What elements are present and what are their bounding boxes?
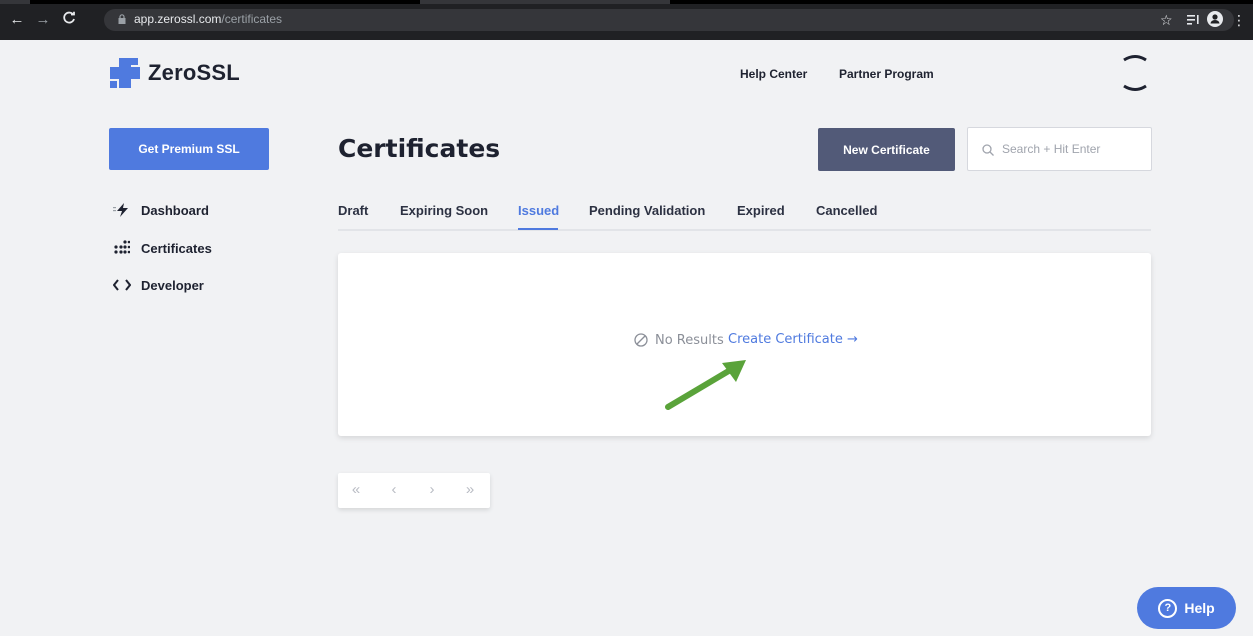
url-domain: app.zerossl.com bbox=[134, 12, 222, 26]
prev-page-button[interactable]: ‹ bbox=[384, 481, 404, 498]
bolt-icon bbox=[112, 203, 132, 217]
tab-piece[interactable] bbox=[420, 0, 670, 4]
active-tab-indicator bbox=[518, 228, 558, 230]
get-premium-ssl-button[interactable]: Get Premium SSL bbox=[109, 128, 269, 170]
no-results-text: No Results bbox=[655, 332, 724, 348]
code-icon bbox=[112, 279, 132, 291]
tab-draft[interactable]: Draft bbox=[338, 203, 368, 218]
tab-strip bbox=[0, 0, 1253, 4]
question-icon: ? bbox=[1158, 598, 1178, 618]
brand-logo[interactable]: ZeroSSL bbox=[110, 56, 240, 90]
new-certificate-button[interactable]: New Certificate bbox=[818, 128, 955, 171]
partner-program-link[interactable]: Partner Program bbox=[839, 67, 934, 81]
back-icon[interactable]: ← bbox=[8, 11, 26, 29]
next-page-button[interactable]: › bbox=[422, 481, 442, 498]
sidebar-item-label: Dashboard bbox=[141, 202, 209, 218]
tab-expired[interactable]: Expired bbox=[737, 203, 785, 218]
search-input[interactable] bbox=[1002, 140, 1142, 158]
empty-state: No Results bbox=[634, 331, 724, 349]
first-page-button[interactable]: « bbox=[346, 481, 366, 498]
annotation-arrow-icon bbox=[665, 360, 746, 410]
sidebar-item-developer[interactable]: Developer bbox=[112, 276, 204, 294]
tab-piece[interactable] bbox=[0, 0, 30, 4]
puzzle-logo-icon bbox=[110, 58, 140, 88]
reading-list-icon[interactable] bbox=[1187, 11, 1201, 29]
help-button[interactable]: ? Help bbox=[1137, 587, 1236, 629]
page-title: Certificates bbox=[338, 134, 501, 163]
reload-icon[interactable] bbox=[60, 11, 78, 29]
grid-dots-icon bbox=[112, 240, 132, 256]
sidebar-item-dashboard[interactable]: Dashboard bbox=[112, 201, 209, 219]
kebab-menu-icon[interactable]: ⋮ bbox=[1232, 11, 1246, 29]
lock-icon bbox=[118, 14, 126, 24]
url-text[interactable]: app.zerossl.com/certificates bbox=[134, 12, 282, 26]
ban-icon bbox=[634, 333, 648, 347]
help-button-label: Help bbox=[1184, 600, 1215, 616]
status-tabs: Draft Expiring Soon Issued Pending Valid… bbox=[338, 191, 1151, 231]
tab-issued[interactable]: Issued bbox=[518, 203, 559, 218]
help-center-link[interactable]: Help Center bbox=[740, 67, 807, 81]
last-page-button[interactable]: » bbox=[460, 481, 480, 498]
user-menu-icon[interactable] bbox=[1120, 54, 1150, 92]
brand-name: ZeroSSL bbox=[148, 60, 240, 85]
profile-icon[interactable] bbox=[1207, 11, 1223, 29]
tab-cancelled[interactable]: Cancelled bbox=[816, 203, 877, 218]
create-certificate-link[interactable]: Create Certificate → bbox=[728, 332, 858, 347]
sidebar-item-label: Developer bbox=[141, 277, 204, 293]
star-icon[interactable]: ☆ bbox=[1160, 11, 1173, 29]
tab-pending-validation[interactable]: Pending Validation bbox=[589, 203, 705, 218]
search-field[interactable] bbox=[967, 127, 1152, 171]
sidebar-item-certificates[interactable]: Certificates bbox=[112, 239, 212, 257]
pagination: « ‹ › » bbox=[338, 473, 490, 508]
search-icon bbox=[982, 144, 994, 156]
page-content: ZeroSSL Help Center Partner Program Get … bbox=[0, 40, 1253, 636]
tab-expiring-soon[interactable]: Expiring Soon bbox=[400, 203, 488, 218]
sidebar-item-label: Certificates bbox=[141, 240, 212, 256]
browser-toolbar: ← → app.zerossl.com/certificates ☆ ⋮ bbox=[0, 0, 1253, 40]
forward-icon[interactable]: → bbox=[34, 11, 52, 29]
url-path: /certificates bbox=[221, 12, 283, 26]
